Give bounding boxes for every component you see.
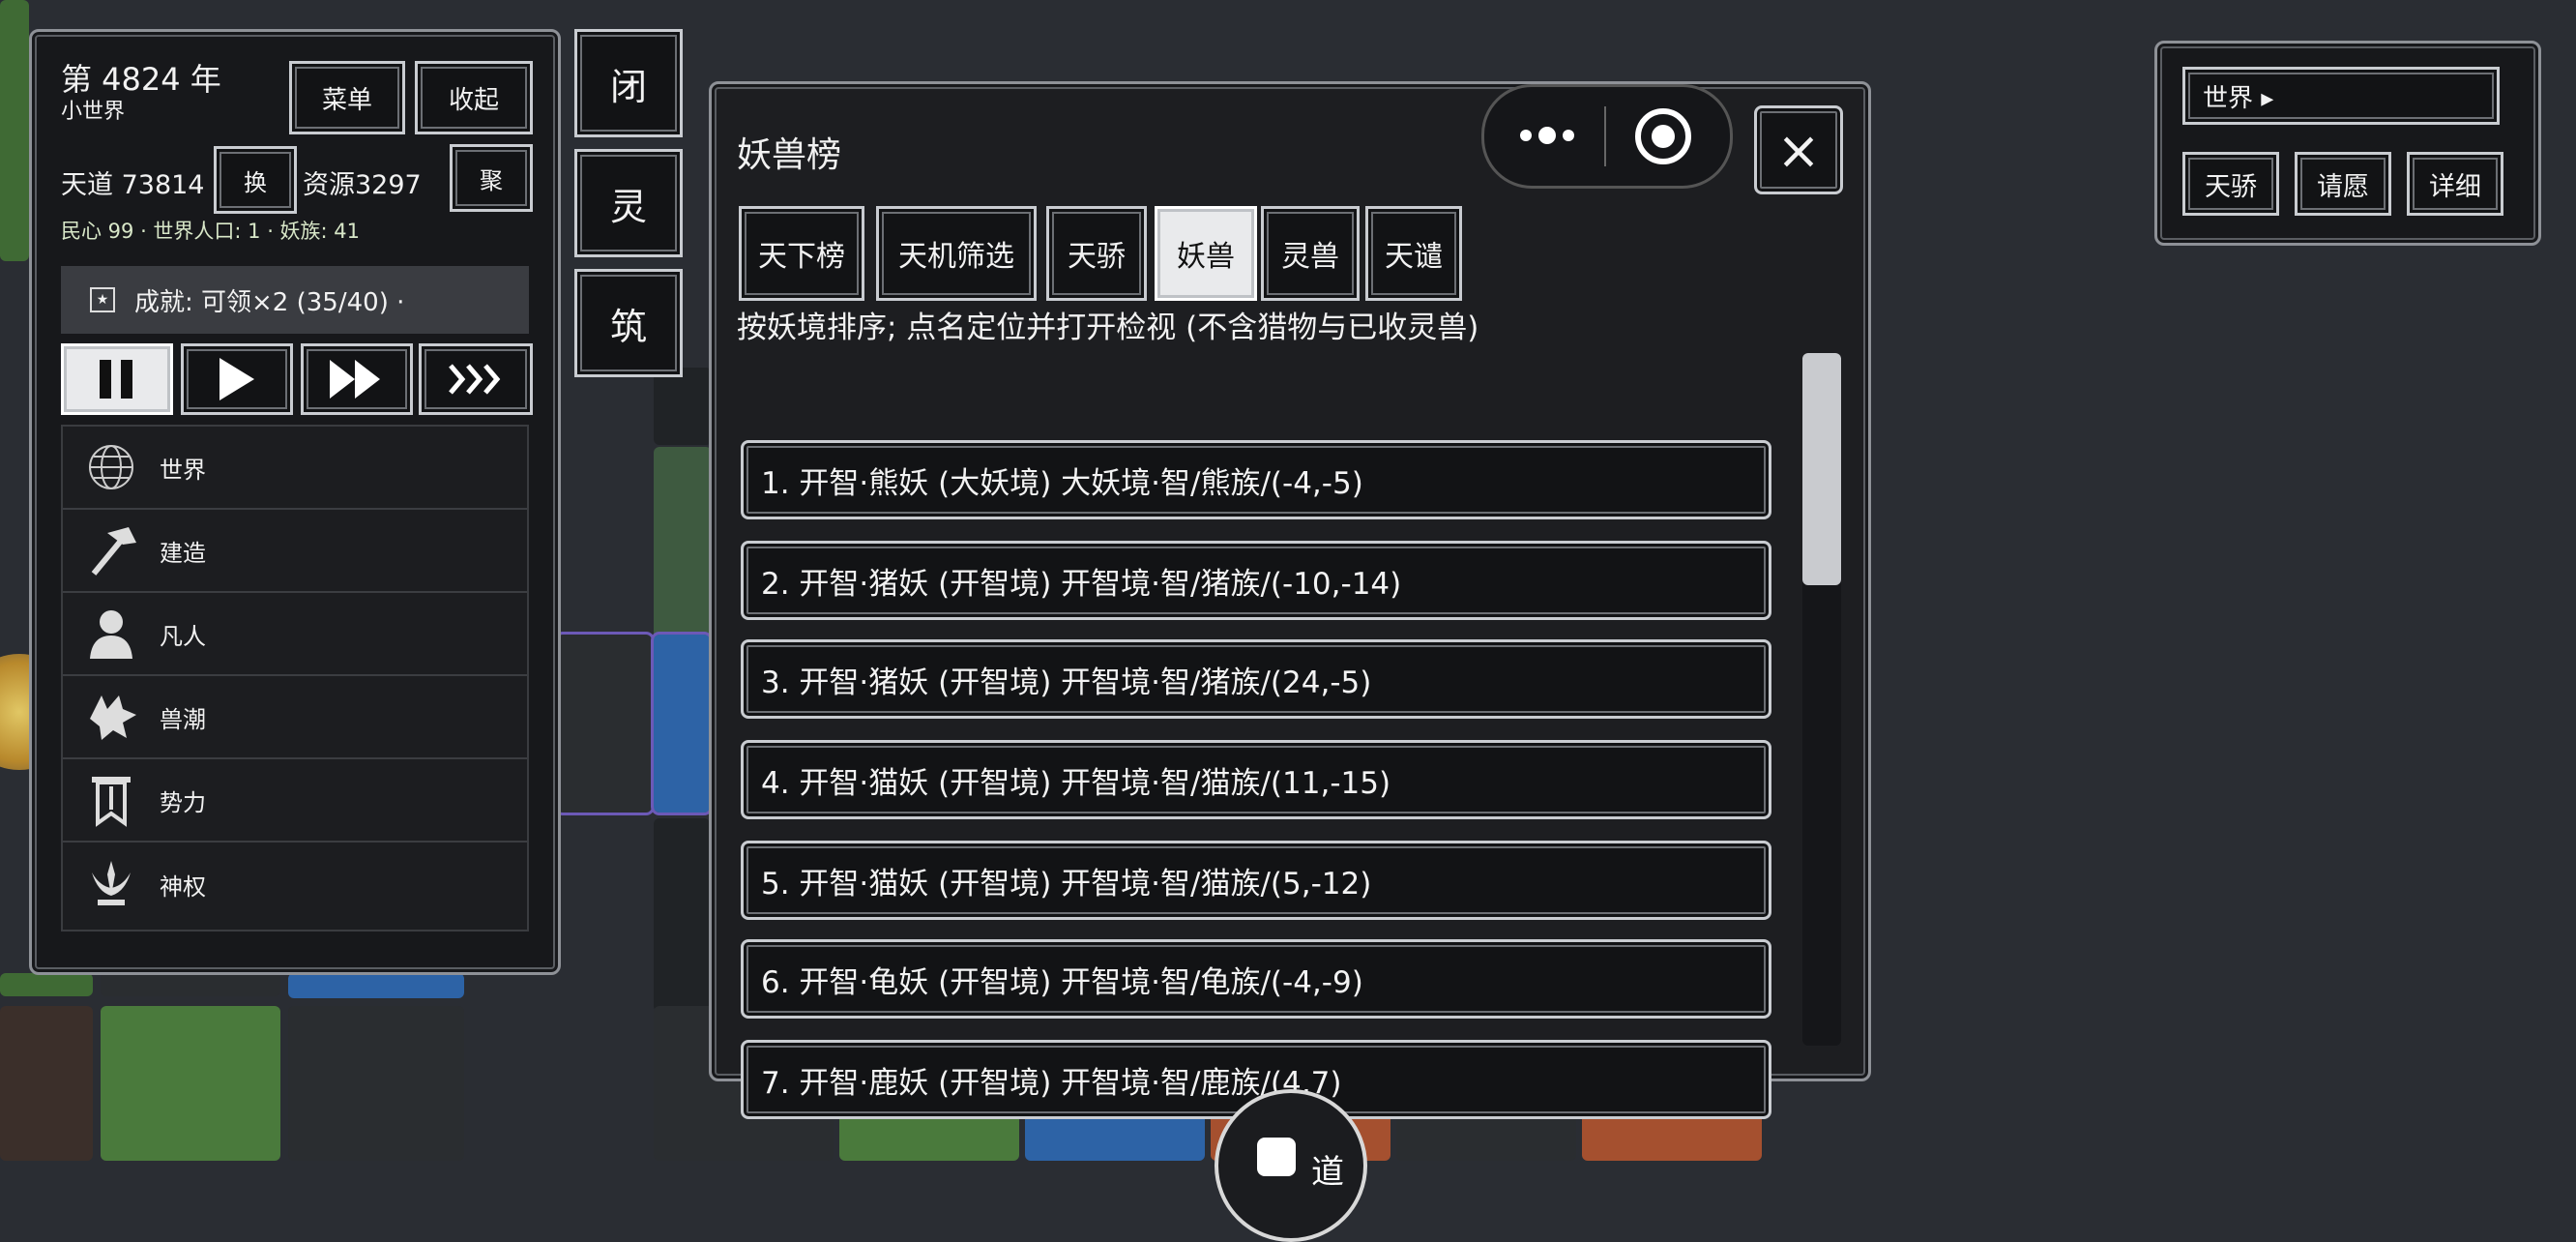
record-icon[interactable] bbox=[1629, 103, 1697, 170]
ranking-row[interactable]: 4. 开智·猫妖 (开智境) 开智境·智/猫族/(11,-15) bbox=[741, 740, 1771, 819]
menu-button[interactable]: 菜单 bbox=[289, 61, 405, 134]
spirit-side-button[interactable]: 灵 bbox=[574, 149, 683, 257]
map-tile bbox=[654, 818, 710, 1012]
pause-icon bbox=[100, 360, 132, 399]
menu-item-beast-tide[interactable]: 兽潮 bbox=[63, 676, 527, 759]
menu-item-world[interactable]: 世界 bbox=[63, 427, 527, 510]
ranking-row[interactable]: 5. 开智·猫妖 (开智境) 开智境·智/猫族/(5,-12) bbox=[741, 841, 1771, 920]
fastest-icon bbox=[449, 364, 501, 395]
play-icon bbox=[220, 358, 254, 400]
map-tile bbox=[101, 973, 280, 996]
menu-item-factions[interactable]: 势力 bbox=[63, 759, 527, 843]
top-right-panel: 世界 ▸ 天骄 请愿 详细 bbox=[2154, 41, 2541, 246]
swap-button[interactable]: 换 bbox=[214, 146, 297, 214]
details-button[interactable]: 详细 bbox=[2407, 152, 2503, 216]
capsule-divider bbox=[1604, 106, 1606, 166]
map-tile bbox=[654, 447, 712, 650]
tab-heavenly-punishment[interactable]: 天谴 bbox=[1365, 206, 1462, 301]
map-tile bbox=[554, 632, 655, 815]
map-tile bbox=[651, 632, 713, 815]
tab-prodigies[interactable]: 天骄 bbox=[1046, 206, 1147, 301]
achievement-bar[interactable]: ★ 成就: 可领×2 (35/40) · bbox=[61, 266, 529, 334]
ranking-row[interactable]: 6. 开智·龟妖 (开智境) 开智境·智/龟族/(-4,-9) bbox=[741, 939, 1771, 1019]
menu-item-label: 凡人 bbox=[160, 622, 206, 650]
menu-item-label: 建造 bbox=[160, 539, 206, 567]
main-menu: 世界 建造 凡人 兽潮 势力 神权 bbox=[61, 425, 529, 932]
stats-line: 民心 99 · 世界人口: 1 · 妖族: 41 bbox=[61, 220, 361, 243]
menu-item-divine-power[interactable]: 神权 bbox=[63, 843, 527, 926]
close-side-button[interactable]: 闭 bbox=[574, 29, 683, 137]
person-icon bbox=[82, 605, 140, 663]
map-tile bbox=[288, 973, 464, 998]
world-selector[interactable]: 世界 ▸ bbox=[2182, 67, 2500, 125]
banner-icon bbox=[82, 771, 140, 829]
menu-item-label: 世界 bbox=[160, 456, 206, 484]
globe-icon bbox=[82, 438, 140, 496]
ranking-description: 按妖境排序; 点名定位并打开检视 (不含猎物与已收灵兽) bbox=[737, 310, 1479, 345]
menu-item-mortals[interactable]: 凡人 bbox=[63, 593, 527, 676]
ranking-row[interactable]: 1. 开智·熊妖 (大妖境) 大妖境·智/熊族/(-4,-5) bbox=[741, 440, 1771, 519]
more-options-icon[interactable] bbox=[1513, 116, 1581, 155]
collapse-button[interactable]: 收起 bbox=[415, 61, 533, 134]
tab-fate-filter[interactable]: 天机筛选 bbox=[876, 206, 1037, 301]
trident-icon bbox=[82, 855, 140, 913]
menu-item-label: 势力 bbox=[160, 788, 206, 816]
scrollbar-thumb[interactable] bbox=[1802, 353, 1841, 585]
petition-button[interactable]: 请愿 bbox=[2295, 152, 2391, 216]
miniprogram-capsule bbox=[1481, 84, 1733, 189]
fast-forward-button[interactable] bbox=[301, 343, 413, 415]
dao-button[interactable]: 道 bbox=[1215, 1089, 1367, 1242]
scrollbar[interactable] bbox=[1802, 353, 1841, 1046]
fastest-button[interactable] bbox=[419, 343, 533, 415]
dao-icon bbox=[1257, 1138, 1296, 1176]
tab-spirit-beasts[interactable]: 灵兽 bbox=[1261, 206, 1360, 301]
build-side-button[interactable]: 筑 bbox=[574, 269, 683, 377]
achievement-text: 成就: 可领×2 (35/40) · bbox=[134, 287, 405, 317]
tab-world-ranking[interactable]: 天下榜 bbox=[739, 206, 864, 301]
wolf-icon bbox=[82, 688, 140, 746]
world-name: 小世界 bbox=[61, 100, 126, 124]
menu-item-label: 兽潮 bbox=[160, 705, 206, 733]
resources-value: 资源3297 bbox=[303, 170, 422, 200]
ranking-row[interactable]: 2. 开智·猪妖 (开智境) 开智境·智/猪族/(-10,-14) bbox=[741, 541, 1771, 620]
status-panel: 第 4824 年 小世界 菜单 收起 天道 73814 换 资源3297 聚 民… bbox=[29, 29, 561, 975]
menu-item-build[interactable]: 建造 bbox=[63, 510, 527, 593]
map-tile bbox=[654, 368, 712, 445]
play-button[interactable] bbox=[181, 343, 293, 415]
map-tile bbox=[0, 0, 29, 261]
prodigies-button[interactable]: 天骄 bbox=[2182, 152, 2279, 216]
menu-item-label: 神权 bbox=[160, 872, 206, 901]
window-title: 妖兽榜 bbox=[737, 135, 842, 175]
star-icon: ★ bbox=[90, 287, 115, 312]
tiandao-value: 天道 73814 bbox=[61, 170, 205, 200]
tab-demon-beasts[interactable]: 妖兽 bbox=[1155, 206, 1257, 301]
map-tile bbox=[288, 1006, 464, 1161]
pause-button[interactable] bbox=[61, 343, 173, 415]
fast-forward-icon bbox=[330, 360, 380, 399]
close-button[interactable]: × bbox=[1754, 105, 1843, 194]
map-tile bbox=[0, 1006, 93, 1161]
map-tile bbox=[101, 1006, 280, 1161]
ranking-row[interactable]: 3. 开智·猪妖 (开智境) 开智境·智/猪族/(24,-5) bbox=[741, 639, 1771, 719]
hammer-icon bbox=[82, 521, 140, 579]
map-tile bbox=[0, 973, 93, 996]
gather-button[interactable]: 聚 bbox=[450, 144, 533, 212]
beast-ranking-window: 妖兽榜 × 天下榜 天机筛选 天骄 妖兽 灵兽 天谴 按妖境排序; 点名定位并打… bbox=[709, 81, 1871, 1119]
dao-label: 道 bbox=[1311, 1153, 1344, 1192]
